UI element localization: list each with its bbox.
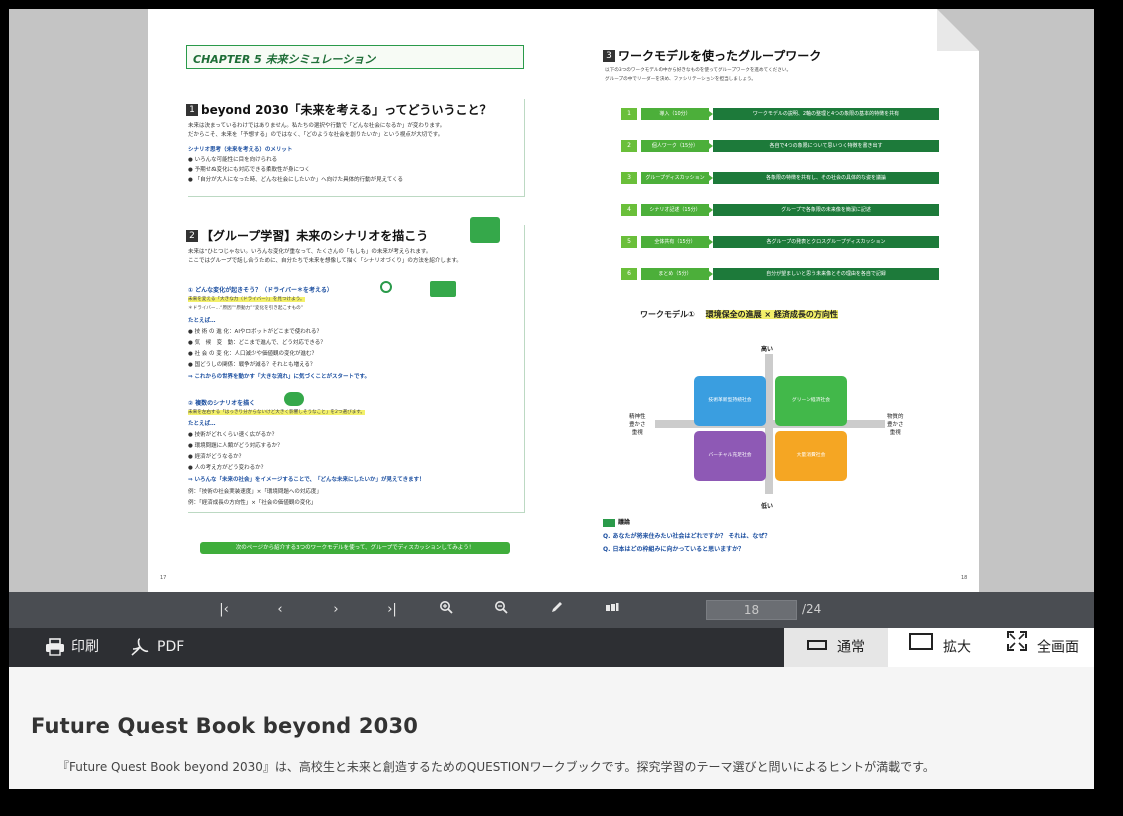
chat-icon: [603, 518, 615, 527]
next-page-banner: 次のページから紹介する3つのワークモデルを使って、グループでディスカッションして…: [200, 542, 510, 554]
section-number: 3: [603, 49, 615, 62]
question-1: Q. あなたが将来住みたい社会はどれですか？ それは、なぜ？: [603, 533, 771, 540]
section3-text: グループの中でリーダーを決め、ファシリテーションを担当しましょう。: [605, 77, 756, 82]
pdf-icon: [131, 638, 149, 656]
next-page-icon[interactable]: ›: [325, 600, 347, 620]
axis-left-label: 精神性 豊かさ 重視: [629, 414, 646, 436]
zoom-out-icon[interactable]: [490, 600, 512, 620]
page-curl-corner[interactable]: [937, 9, 979, 51]
horizontal-axis: [655, 420, 885, 428]
viewer-window: CHAPTER 5 未来シミュレーション 1 beyond 2030「未来を考える…: [9, 9, 1094, 789]
chapter-heading: CHAPTER 5 未来シミュレーション: [186, 45, 524, 69]
page-number: 17: [160, 575, 167, 581]
quadrant-top-left: 技術革新型持続社会: [694, 376, 766, 426]
section3-text: 以下の3つのワークモデルの中から好きなものを使ってグループワークを進めてください…: [605, 68, 792, 73]
mode-fullscreen-button[interactable]: 全画面: [992, 628, 1094, 667]
zoom-view-icon: [909, 628, 933, 667]
printer-icon: [46, 638, 64, 656]
section1-frame: [188, 99, 525, 197]
last-page-icon[interactable]: ›|: [381, 600, 403, 620]
book-viewer[interactable]: CHAPTER 5 未来シミュレーション 1 beyond 2030「未来を考える…: [9, 9, 1094, 592]
axis-bottom-label: 低い: [761, 503, 774, 510]
book-title: Future Quest Book beyond 2030: [31, 714, 419, 738]
model-title: ワークモデル① 環境保全の進展 × 経済成長の方向性: [640, 310, 838, 319]
print-button[interactable]: 印刷: [45, 628, 99, 667]
page-right: 3 ワークモデルを使ったグループワーク 以下の3つのワークモデルの中から好きなもの…: [565, 9, 979, 592]
axis-top-label: 高い: [761, 346, 774, 353]
chapter-title: CHAPTER 5 未来シミュレーション: [193, 53, 376, 66]
discussion-label: 議論: [603, 517, 630, 527]
page-left: CHAPTER 5 未来シミュレーション 1 beyond 2030「未来を考える…: [148, 9, 565, 592]
section3-heading: 3 ワークモデルを使ったグループワーク: [603, 45, 821, 64]
book-description: Future Quest Book beyond 2030 『Future Qu…: [9, 667, 1094, 789]
question-2: Q. 日本はどの枠組みに向かっていると思いますか？: [603, 546, 745, 553]
page-total: /24: [802, 602, 822, 616]
mode-normal-button[interactable]: 通常: [784, 628, 888, 667]
pen-icon[interactable]: [546, 600, 568, 620]
navigation-toolbar: |‹ ‹ › ›| 18 /24: [9, 592, 1094, 628]
fullscreen-icon: [1007, 628, 1027, 667]
quadrant-top-right: グリーン経済社会: [775, 376, 847, 426]
pdf-button[interactable]: PDF: [131, 628, 184, 667]
prev-page-icon[interactable]: ‹: [269, 600, 291, 620]
page-number: 18: [961, 575, 968, 581]
thumbnails-icon[interactable]: [601, 600, 623, 620]
quadrant-bottom-left: バーチャル充足社会: [694, 431, 766, 481]
action-bar: 印刷 PDF 通常 拡大 全画面: [9, 628, 1094, 667]
zoom-in-icon[interactable]: [435, 600, 457, 620]
section2-frame: [188, 225, 525, 513]
mode-zoom-button[interactable]: 拡大: [888, 628, 992, 667]
section3-title: ワークモデルを使ったグループワーク: [618, 49, 822, 63]
axis-right-label: 物質的 豊かさ 重視: [887, 414, 904, 436]
normal-view-icon: [807, 628, 827, 667]
first-page-icon[interactable]: |‹: [213, 600, 235, 620]
book-summary: 『Future Quest Book beyond 2030』は、高校生と未来と…: [57, 760, 935, 774]
quadrant-bottom-right: 大量消費社会: [775, 431, 847, 481]
page-number-input[interactable]: 18: [706, 600, 797, 620]
